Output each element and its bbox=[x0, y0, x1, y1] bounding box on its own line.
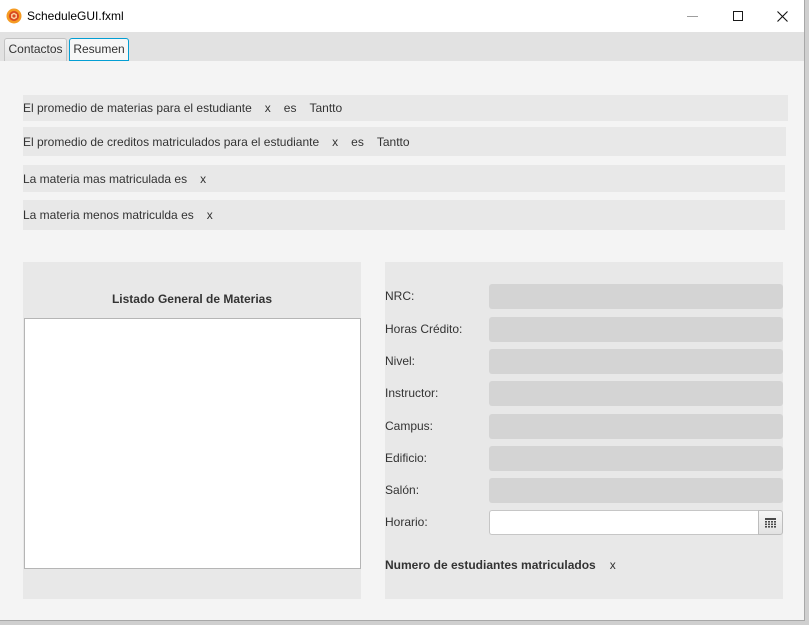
instructor-label: Instructor: bbox=[385, 386, 439, 400]
summary-student-value: x bbox=[332, 134, 339, 149]
summary-value: x bbox=[200, 171, 207, 186]
salon-field[interactable] bbox=[489, 478, 783, 503]
horario-date-picker-button[interactable] bbox=[758, 510, 783, 535]
summary-row-materia-mas: La materia mas matriculada es x bbox=[23, 165, 785, 192]
summary-label: La materia menos matriculda es bbox=[23, 208, 194, 222]
horas-credito-label: Horas Crédito: bbox=[385, 322, 463, 336]
summary-result: Tantto bbox=[376, 134, 410, 149]
instructor-field[interactable] bbox=[489, 381, 783, 406]
campus-field[interactable] bbox=[489, 414, 783, 439]
estudiantes-label: Numero de estudiantes matriculados bbox=[385, 558, 596, 572]
tab-resumen[interactable]: Resumen bbox=[69, 38, 129, 61]
summary-connector: es bbox=[283, 101, 297, 115]
materias-panel: Listado General de Materias bbox=[23, 262, 361, 599]
summary-label: La materia mas matriculada es bbox=[23, 171, 188, 186]
tab-content-resumen: El promedio de materias para el estudian… bbox=[0, 61, 804, 620]
edificio-label: Edificio: bbox=[385, 451, 428, 465]
window-title: ScheduleGUI.fxml bbox=[27, 9, 124, 23]
materias-list[interactable] bbox=[24, 318, 361, 569]
horario-date-input[interactable] bbox=[489, 510, 758, 535]
summary-row-materia-menos: La materia menos matriculda es x bbox=[23, 200, 785, 230]
summary-connector: es bbox=[351, 134, 364, 149]
campus-label: Campus: bbox=[385, 419, 434, 433]
salon-label: Salón: bbox=[385, 483, 420, 497]
materias-list-title: Listado General de Materias bbox=[111, 292, 273, 306]
maximize-icon bbox=[733, 11, 743, 21]
nrc-field[interactable] bbox=[489, 284, 783, 309]
estudiantes-matriculados: Numero de estudiantes matriculados x bbox=[385, 552, 616, 578]
summary-result: Tantto bbox=[309, 101, 343, 115]
calendar-icon bbox=[765, 517, 776, 528]
minimize-icon bbox=[686, 15, 698, 17]
estudiantes-value: x bbox=[609, 558, 616, 572]
app-icon bbox=[6, 8, 22, 24]
title-bar[interactable]: ScheduleGUI.fxml bbox=[0, 0, 804, 32]
summary-student-value: x bbox=[264, 101, 271, 115]
tab-bar: Contactos Resumen bbox=[0, 32, 804, 61]
summary-row-promedio-creditos: El promedio de creditos matriculados par… bbox=[23, 127, 786, 156]
details-panel: NRC: Horas Crédito: Nivel: Instructor: C… bbox=[385, 262, 783, 599]
summary-label: El promedio de materias para el estudian… bbox=[23, 101, 252, 115]
summary-value: x bbox=[206, 208, 213, 222]
summary-row-promedio-materias: El promedio de materias para el estudian… bbox=[23, 95, 788, 121]
minimize-button[interactable] bbox=[670, 0, 714, 32]
app-window: ScheduleGUI.fxml Contactos Resumen El pr… bbox=[0, 0, 805, 621]
summary-label: El promedio de creditos matriculados par… bbox=[23, 134, 320, 149]
horas-credito-field[interactable] bbox=[489, 317, 783, 342]
nivel-field[interactable] bbox=[489, 349, 783, 374]
edificio-field[interactable] bbox=[489, 446, 783, 471]
horario-label: Horario: bbox=[385, 515, 428, 529]
nrc-label: NRC: bbox=[385, 289, 415, 303]
nivel-label: Nivel: bbox=[385, 354, 416, 368]
close-button[interactable] bbox=[760, 0, 804, 32]
close-icon bbox=[776, 10, 788, 22]
tab-contactos[interactable]: Contactos bbox=[4, 38, 67, 61]
maximize-button[interactable] bbox=[716, 0, 760, 32]
